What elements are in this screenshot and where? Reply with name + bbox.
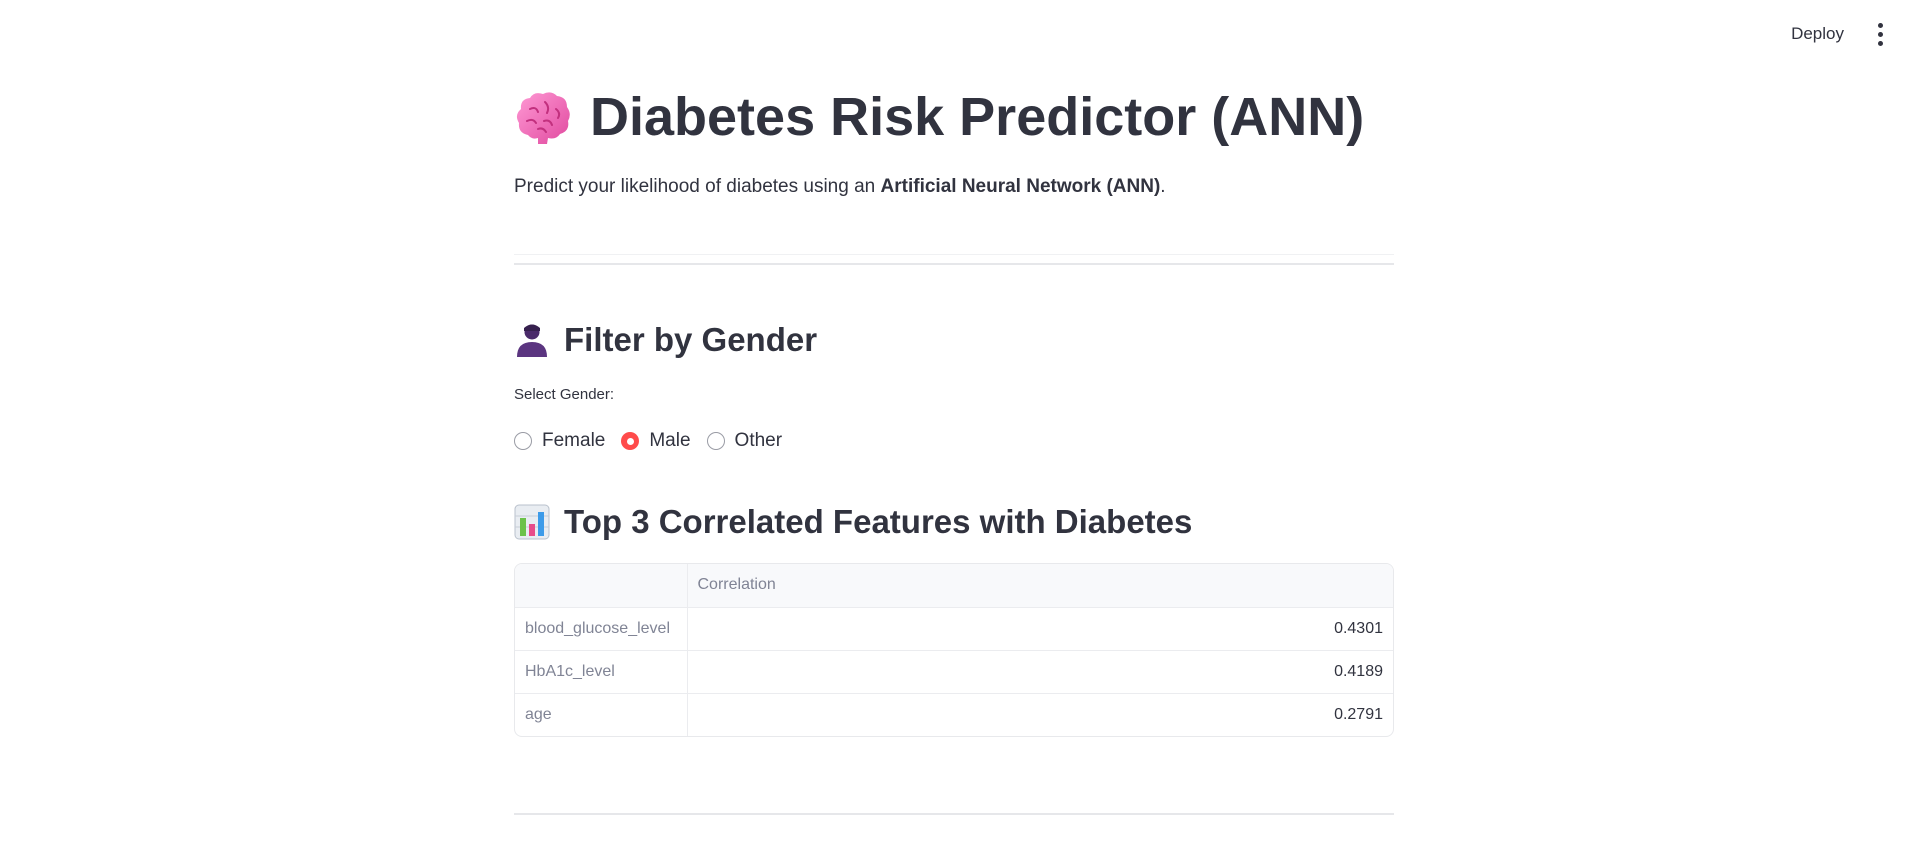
table-header-row: Correlation <box>515 564 1393 608</box>
deploy-button[interactable]: Deploy <box>1781 18 1854 50</box>
radio-female[interactable]: Female <box>514 430 605 452</box>
radio-male[interactable]: Male <box>621 430 691 452</box>
row-value-cell[interactable]: 0.4301 <box>687 607 1393 651</box>
gender-radio-label: Select Gender: <box>514 386 615 403</box>
more-vertical-icon[interactable] <box>1868 17 1892 51</box>
radio-circle-icon[interactable] <box>514 432 532 450</box>
gender-heading-text: Filter by Gender <box>564 321 818 358</box>
divider <box>514 263 1394 265</box>
page-title-text: Diabetes Risk Predictor (ANN) <box>590 87 1365 147</box>
index-header-cell <box>515 564 688 608</box>
radio-other[interactable]: Other <box>706 430 783 452</box>
subtitle-suffix: . <box>1160 176 1166 197</box>
subtitle-bold: Artificial Neural Network (ANN) <box>880 176 1161 197</box>
radio-circle-icon[interactable] <box>706 432 725 450</box>
table-row: blood_glucose_level 0.4301 <box>515 607 1393 651</box>
row-index-cell[interactable]: blood_glucose_level <box>515 607 688 651</box>
column-header-correlation[interactable]: Correlation <box>687 564 1393 608</box>
page-title: Diabetes Risk Predictor (ANN) <box>514 82 1364 152</box>
radio-label: Female <box>542 430 606 451</box>
bar-chart-icon <box>514 504 550 540</box>
person-silhouette-icon <box>514 322 550 358</box>
table-row: age 0.2791 <box>515 693 1393 736</box>
page-subtitle: Predict your likelihood of diabetes usin… <box>514 174 1166 200</box>
top-toolbar: Deploy <box>1781 0 1910 68</box>
correlation-heading-text: Top 3 Correlated Features with Diabetes <box>564 503 1193 540</box>
brain-icon <box>514 89 572 145</box>
row-value-cell[interactable]: 0.2791 <box>687 693 1393 736</box>
radio-circle-selected-icon[interactable] <box>621 432 640 450</box>
radio-label: Male <box>649 430 691 451</box>
gender-section-heading: Filter by Gender <box>514 318 817 362</box>
row-index-cell[interactable]: age <box>515 693 688 736</box>
divider <box>514 254 1394 255</box>
correlation-section-heading: Top 3 Correlated Features with Diabetes <box>514 500 1192 544</box>
subtitle-prefix: Predict your likelihood of diabetes usin… <box>514 176 881 197</box>
radio-label: Other <box>734 430 783 451</box>
table-row: HbA1c_level 0.4189 <box>515 650 1393 694</box>
correlation-table[interactable]: Correlation blood_glucose_level 0.4301 H… <box>514 563 1394 737</box>
row-value-cell[interactable]: 0.4189 <box>687 650 1393 694</box>
gender-radio-group: Female Male Other <box>514 430 782 452</box>
divider <box>514 813 1394 815</box>
row-index-cell[interactable]: HbA1c_level <box>515 650 688 694</box>
